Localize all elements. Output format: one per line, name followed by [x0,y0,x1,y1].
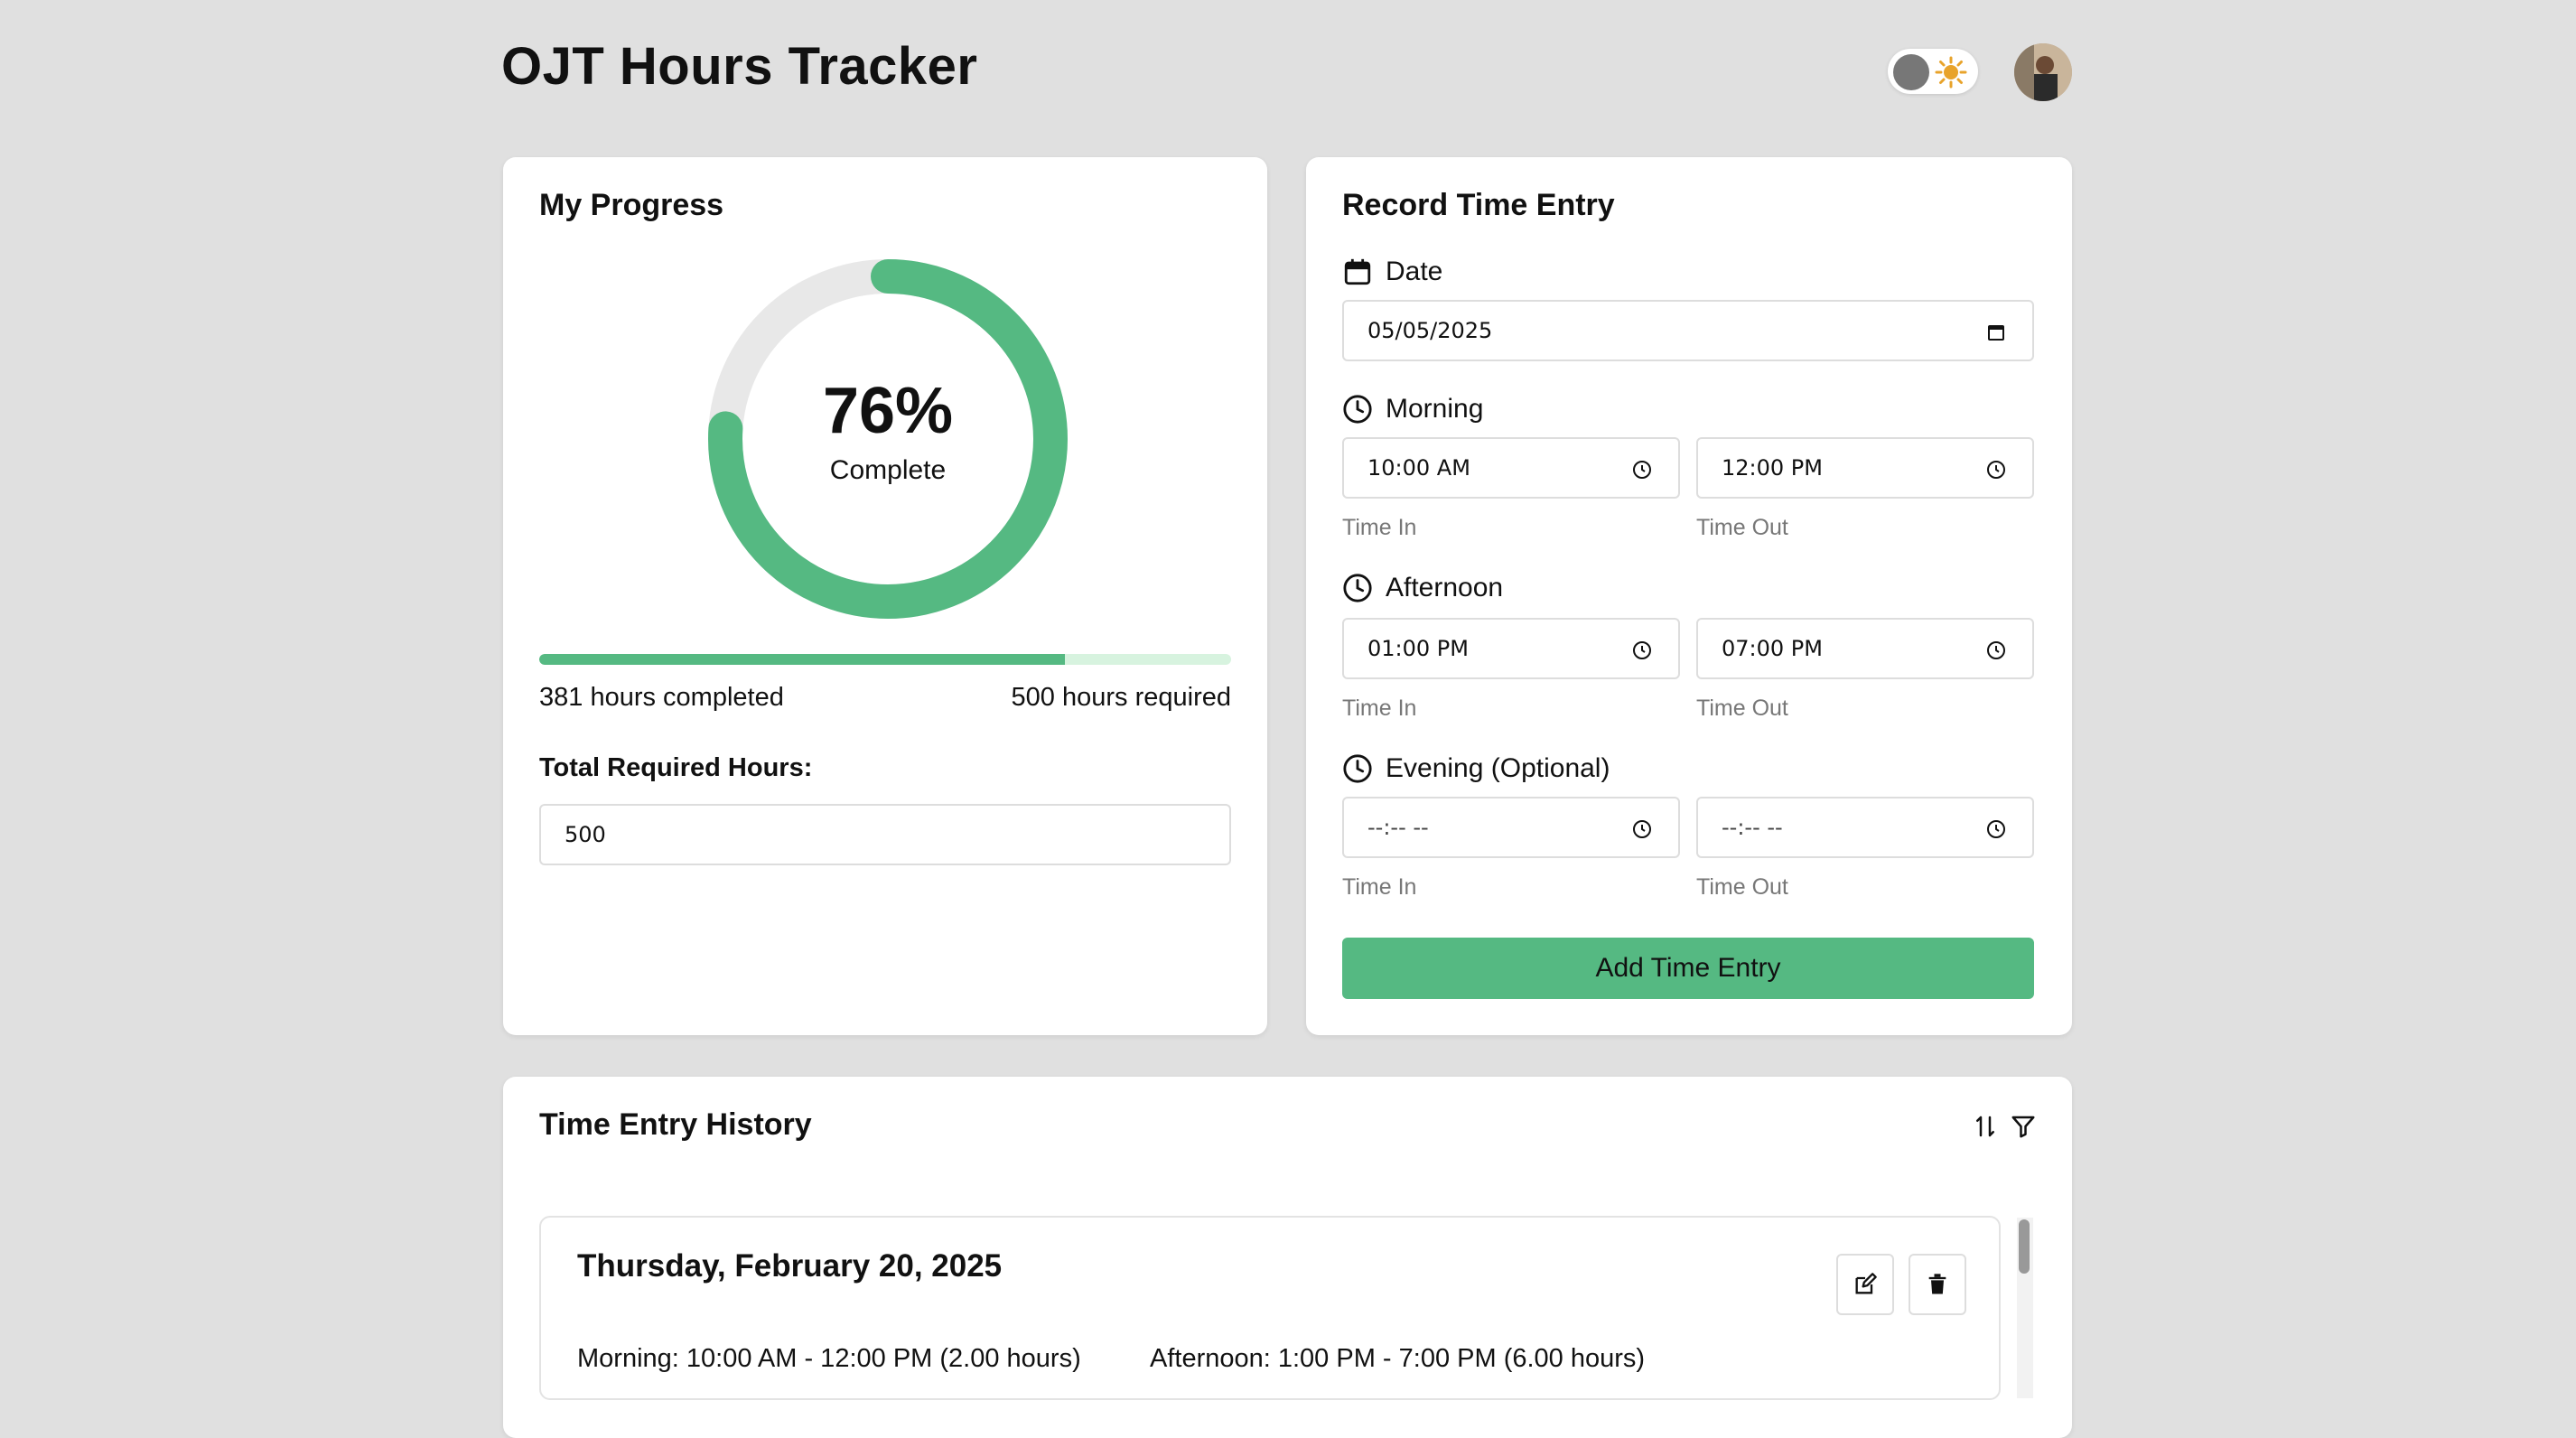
evening-time-out[interactable]: --:-- -- [1696,797,2034,858]
afternoon-time-in-hint: Time In [1342,696,1417,721]
evening-time-in-hint: Time In [1342,874,1417,900]
edit-button[interactable] [1836,1254,1894,1315]
morning-time-in-hint: Time In [1342,515,1417,540]
total-required-input[interactable]: 500 [539,804,1231,865]
evening-time-in[interactable]: --:-- -- [1342,797,1680,858]
clock-picker-icon[interactable] [1985,459,2007,481]
afternoon-time-out-hint: Time Out [1696,696,1788,721]
morning-time-out[interactable]: 12:00 PM [1696,437,2034,499]
sort-icon[interactable] [1972,1113,1999,1140]
entry-afternoon: Afternoon: 1:00 PM - 7:00 PM (6.00 hours… [1150,1344,1646,1373]
evening-label-row: Evening (Optional) [1342,753,1610,784]
delete-button[interactable] [1909,1254,1966,1315]
history-scrollbar[interactable] [2017,1218,2033,1398]
morning-label: Morning [1386,394,1484,424]
date-input[interactable]: 05/05/2025 [1342,300,2034,361]
history-title: Time Entry History [539,1107,812,1142]
calendar-picker-icon[interactable] [1985,322,2007,343]
calendar-icon [1344,258,1371,285]
morning-label-row: Morning [1342,394,1483,425]
morning-time-in[interactable]: 10:00 AM [1342,437,1680,499]
afternoon-time-in[interactable]: 01:00 PM [1342,618,1680,679]
sun-icon [1935,56,1967,89]
clock-picker-icon[interactable] [1631,640,1653,661]
avatar-image [2014,43,2072,101]
scrollbar-thumb[interactable] [2019,1219,2030,1274]
theme-toggle[interactable] [1888,49,1978,94]
entry-date: Thursday, February 20, 2025 [577,1248,1003,1284]
user-avatar[interactable] [2014,43,2072,101]
clock-picker-icon[interactable] [1985,640,2007,661]
evening-out-value: --:-- -- [1722,815,1783,840]
afternoon-label: Afternoon [1386,573,1504,602]
trash-icon [1928,1274,1946,1294]
clock-picker-icon[interactable] [1631,459,1653,481]
morning-in-value: 10:00 AM [1367,455,1470,481]
app-title: OJT Hours Tracker [501,37,978,96]
hours-completed: 381 hours completed [539,683,784,712]
history-card: Time Entry History Thursday, February 20… [503,1077,2072,1438]
clock-picker-icon[interactable] [1631,818,1653,840]
date-value: 05/05/2025 [1367,318,1493,343]
progress-card: My Progress 76% Complete 381 hours compl… [503,157,1267,1035]
edit-icon [1855,1273,1877,1294]
date-label-row: Date [1342,257,1442,287]
morning-time-out-hint: Time Out [1696,515,1788,540]
afternoon-label-row: Afternoon [1342,573,1503,603]
evening-label: Evening (Optional) [1386,753,1610,783]
entry-morning: Morning: 10:00 AM - 12:00 PM (2.00 hours… [577,1344,1081,1373]
afternoon-time-out[interactable]: 07:00 PM [1696,618,2034,679]
date-label: Date [1386,257,1443,286]
percent-caption: Complete [829,455,947,485]
filter-icon[interactable] [2010,1113,2037,1140]
evening-in-value: --:-- -- [1367,815,1429,840]
clock-icon [1343,395,1372,424]
evening-time-out-hint: Time Out [1696,874,1788,900]
percent-value: 76% [822,375,954,447]
afternoon-in-value: 01:00 PM [1367,636,1469,661]
toggle-knob[interactable] [1893,54,1929,90]
add-time-entry-button[interactable]: Add Time Entry [1342,938,2034,999]
clock-picker-icon[interactable] [1985,818,2007,840]
total-required-label: Total Required Hours: [539,753,813,782]
progress-bar-fill [539,654,1066,665]
progress-title: My Progress [539,188,724,222]
clock-icon [1343,574,1372,602]
hours-required: 500 hours required [1011,683,1231,712]
afternoon-out-value: 07:00 PM [1722,636,1823,661]
record-title: Record Time Entry [1342,188,1615,222]
clock-icon [1343,754,1372,783]
record-card: Record Time Entry Date 05/05/2025 Mornin… [1306,157,2072,1035]
total-required-value: 500 [565,822,606,847]
history-entry: Thursday, February 20, 2025 Morning: 10:… [539,1216,2001,1400]
progress-bar [539,654,1231,665]
morning-out-value: 12:00 PM [1722,455,1823,481]
